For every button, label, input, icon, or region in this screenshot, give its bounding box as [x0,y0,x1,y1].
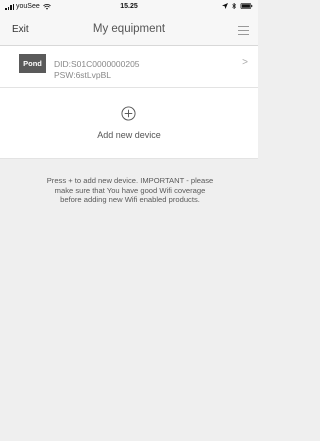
hamburger-menu-icon[interactable] [238,26,249,35]
nav-bar: Exit My equipment [0,16,258,46]
device-id: DID:S01C0000000205 [54,59,140,69]
pond-logo: Pond [19,54,46,73]
plus-circle-icon[interactable] [121,106,136,121]
device-list-item[interactable]: Pond DID:S01C0000000205 PSW:6stLvpBL > [0,46,258,88]
info-text: Press + to add new device. IMPORTANT - p… [46,176,214,204]
add-new-device-button[interactable]: Add new device [0,106,258,152]
chevron-right-icon: > [242,57,248,68]
status-time: 15.25 [120,3,138,10]
battery-icon [240,3,253,9]
status-right [222,3,253,9]
page-title: My equipment [92,23,166,35]
bluetooth-icon [232,3,236,9]
device-password: PSW:6stLvpBL [54,70,112,80]
app-screen: youSee 15.25 Exit My equipment Pond DID:… [0,0,258,441]
location-arrow-icon [222,3,228,9]
add-device-panel: Add new device [0,88,258,159]
add-device-label: Add new device [97,130,161,140]
status-bar: youSee 15.25 [0,0,258,16]
